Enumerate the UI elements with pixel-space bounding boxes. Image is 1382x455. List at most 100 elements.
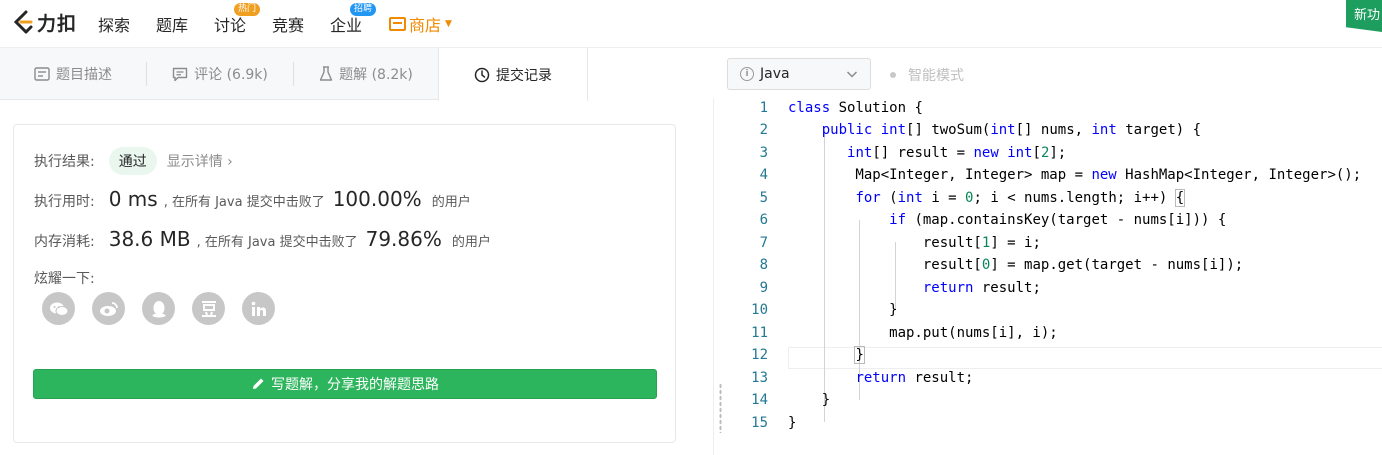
top-nav: 力扣 探索 题库 讨论 热门 竞赛 企业 招聘 商店 ▼ 新功 [0,0,1382,48]
line-number: 13 [751,370,768,386]
tab-solutions[interactable]: 题解 (8.2k) [294,48,438,100]
runtime-text: , 在所有 Java 提交中击败了 [163,195,325,210]
nav-discuss[interactable]: 讨论 热门 [214,3,261,36]
show-details-link[interactable]: 显示详情 › [167,151,233,171]
line-number: 1 [759,100,768,116]
comment-icon [172,67,188,81]
pane-splitter[interactable] [713,98,727,455]
memory-text: , 在所有 Java 提交中击败了 [196,235,358,250]
pencil-icon [253,378,264,389]
nav-explore[interactable]: 探索 [98,12,130,36]
nav-shop-label: 商店 [409,16,442,35]
clock-icon [474,67,490,82]
language-value: Java [760,66,790,82]
problem-tabs: 题目描述 评论 (6.9k) 题解 (8.2k) 提交记录 [0,48,588,101]
nav-discuss-label: 讨论 [214,16,247,35]
code-line: Map<Integer, Integer> map = new HashMap<… [788,167,1362,183]
info-icon: i [740,67,754,81]
tab-submissions-label: 提交记录 [496,67,552,84]
weibo-icon[interactable] [92,292,125,325]
line-number: 7 [759,235,768,251]
drag-handle[interactable] [719,383,722,433]
nav-shop[interactable]: 商店 ▼ [389,12,452,36]
indent-guide [895,242,896,310]
code-line: } [788,302,898,318]
current-line-highlight [788,347,1382,369]
nav-enterprise[interactable]: 企业 招聘 [330,3,377,36]
runtime-percent: 100.00% [332,187,422,211]
line-number: 2 [759,122,768,138]
memory-label: 内存消耗: [34,234,95,250]
code-line: map.put(nums[i], i); [788,325,1058,341]
runtime-value: 0 ms [108,187,158,211]
memory-row: 内存消耗: 38.6 MB , 在所有 Java 提交中击败了 79.86% 的… [34,227,491,251]
code-line: return result; [922,280,1041,296]
flask-icon [319,66,333,81]
smart-mode-toggle[interactable]: 智能模式 [890,65,964,85]
share-label: 炫耀一下: [34,271,95,287]
tab-description[interactable]: 题目描述 [0,48,146,100]
nav-contest[interactable]: 竞赛 [272,12,304,36]
line-number: 15 [751,415,768,431]
line-number: 6 [759,212,768,228]
code-line: } [854,346,865,364]
leetcode-logo-icon [13,10,33,34]
tab-solutions-label: 题解 (8.2k) [339,67,413,83]
tab-comments[interactable]: 评论 (6.9k) [147,48,293,100]
douban-icon[interactable] [192,292,225,325]
logo-text: 力扣 [37,12,78,35]
line-number: 5 [759,190,768,206]
language-select[interactable]: i Java [727,58,871,90]
share-row: 炫耀一下: [34,268,95,288]
runtime-suffix: 的用户 [431,195,471,210]
code-line: result[0] = map.get(target - nums[i]); [788,257,1244,273]
code-line: for (int i = 0; i < nums.length; i++) { [855,189,1186,207]
memory-suffix: 的用户 [451,235,491,250]
code-line: } [788,415,797,431]
chevron-down-icon: ▼ [445,19,452,29]
line-number: 14 [751,392,768,408]
wechat-icon[interactable] [42,292,75,325]
code-line: } [788,392,831,408]
shop-icon [389,17,406,31]
submission-result-card: 执行结果: 通过 显示详情 › 执行用时: 0 ms , 在所有 Java 提交… [13,124,676,443]
code-line: int[] result = new int[2]; [847,145,1067,161]
runtime-row: 执行用时: 0 ms , 在所有 Java 提交中击败了 100.00% 的用户 [34,187,471,211]
tab-description-label: 题目描述 [56,67,112,83]
editor-toolbar: i Java 智能模式 [713,48,1382,98]
runtime-label: 执行用时: [34,194,95,210]
hiring-badge: 招聘 [350,3,377,16]
line-number: 11 [751,325,768,341]
new-feature-ribbon[interactable]: 新功 [1346,0,1382,32]
write-solution-label: 写题解，分享我的解题思路 [271,377,439,393]
code-line: class Solution { [788,100,923,116]
smart-mode-label: 智能模式 [908,68,964,84]
code-line: result[1] = i; [788,235,1041,251]
status-badge: 通过 [108,147,157,175]
linkedin-icon[interactable] [242,292,275,325]
nav-enterprise-label: 企业 [330,16,363,35]
nav-problemset[interactable]: 题库 [156,12,188,36]
result-status-row: 执行结果: 通过 显示详情 › [34,147,233,175]
line-number: 8 [759,257,768,273]
smart-mode-dot [890,72,896,78]
description-icon [34,67,50,81]
tab-submissions[interactable]: 提交记录 [438,48,588,101]
line-number: 10 [751,302,768,318]
line-number: 9 [759,280,768,296]
code-editor[interactable]: 1 2 3 4 5 6 7 8 9 10 11 12 13 14 15 class Solution { p… [728,98,1382,455]
status-label: 执行结果: [34,154,95,170]
line-number: 3 [759,145,768,161]
tab-comments-label: 评论 (6.9k) [194,67,268,83]
hot-badge: 热门 [234,3,261,16]
line-number: 12 [751,347,768,363]
line-number: 4 [759,167,768,183]
memory-percent: 79.86% [365,227,442,251]
qq-icon[interactable] [142,292,175,325]
chevron-down-icon [846,71,858,78]
memory-value: 38.6 MB [108,227,191,251]
share-icons [42,292,292,325]
write-solution-button[interactable]: 写题解，分享我的解题思路 [33,369,657,399]
leetcode-logo[interactable]: 力扣 [12,8,77,36]
code-line: return result; [855,370,974,386]
